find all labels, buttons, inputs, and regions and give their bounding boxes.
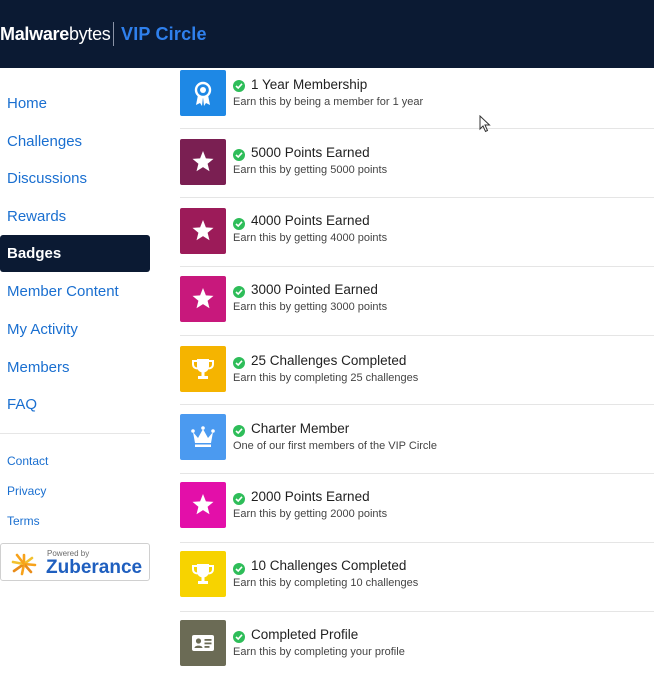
header-divider — [113, 22, 114, 46]
sidebar-divider — [0, 433, 150, 434]
badge-title: 2000 Points Earned — [251, 489, 370, 504]
contact-link[interactable]: Contact — [7, 454, 48, 468]
badge-row: 4000 Points Earned Earn this by getting … — [180, 198, 654, 267]
zuberance-name: Zuberance — [46, 557, 143, 578]
badge-title: 10 Challenges Completed — [251, 558, 407, 573]
badge-description: Earn this by completing 10 challenges — [233, 577, 419, 589]
earned-check-icon — [233, 80, 245, 92]
badge-title: 1 Year Membership — [251, 77, 368, 92]
badge-icon-tile — [180, 414, 226, 460]
star-icon — [192, 220, 214, 241]
badge-title: 3000 Pointed Earned — [251, 282, 378, 297]
badge-row: 5000 Points Earned Earn this by getting … — [180, 129, 654, 198]
badge-icon-tile — [180, 482, 226, 528]
earned-check-icon — [233, 286, 245, 298]
badge-row: 10 Challenges Completed Earn this by com… — [180, 543, 654, 612]
ribbon-icon — [194, 81, 212, 106]
badge-icon-tile — [180, 276, 226, 322]
badge-title: 4000 Points Earned — [251, 213, 370, 228]
badge-title: Charter Member — [251, 421, 350, 436]
badge-description: One of our first members of the VIP Circ… — [233, 440, 437, 452]
id-card-icon — [192, 635, 214, 651]
program-title[interactable]: VIP Circle — [121, 24, 207, 45]
badge-row: 1 Year Membership Earn this by being a m… — [180, 60, 654, 129]
badge-icon-tile — [180, 70, 226, 116]
earned-check-icon — [233, 149, 245, 161]
trophy-icon — [192, 564, 214, 584]
badge-description: Earn this by completing your profile — [233, 646, 405, 658]
sidebar: Home Challenges Discussions Rewards Badg… — [0, 68, 160, 680]
earned-check-icon — [233, 631, 245, 643]
zuberance-logo-icon — [11, 553, 37, 576]
top-header: Malwarebytes VIP Circle — [0, 0, 654, 68]
sidebar-item-challenges[interactable]: Challenges — [0, 123, 150, 160]
badge-row: 3000 Pointed Earned Earn this by getting… — [180, 267, 654, 336]
crown-icon — [191, 426, 215, 447]
mouse-cursor-icon — [479, 115, 491, 133]
sidebar-item-members[interactable]: Members — [0, 349, 150, 386]
earned-check-icon — [233, 357, 245, 369]
star-icon — [192, 494, 214, 515]
terms-link[interactable]: Terms — [7, 514, 40, 528]
badge-description: Earn this by getting 2000 points — [233, 508, 388, 520]
sidebar-item-home[interactable]: Home — [0, 85, 150, 122]
badge-description: Earn this by getting 3000 points — [233, 301, 388, 313]
sidebar-item-my-activity[interactable]: My Activity — [0, 311, 150, 348]
earned-check-icon — [233, 493, 245, 505]
earned-check-icon — [233, 218, 245, 230]
badge-description: Earn this by completing 25 challenges — [233, 372, 419, 384]
earned-check-icon — [233, 563, 245, 575]
powered-by-zuberance[interactable]: Powered by Zuberance — [0, 543, 150, 581]
badge-title: 5000 Points Earned — [251, 145, 370, 160]
sidebar-item-rewards[interactable]: Rewards — [0, 198, 150, 235]
badge-title: Completed Profile — [251, 627, 359, 642]
sidebar-item-faq[interactable]: FAQ — [0, 386, 150, 423]
badge-description: Earn this by getting 4000 points — [233, 232, 388, 244]
badge-row: Completed Profile Earn this by completin… — [180, 612, 654, 680]
badge-description: Earn this by being a member for 1 year — [233, 96, 424, 108]
badge-row: 2000 Points Earned Earn this by getting … — [180, 474, 654, 543]
earned-check-icon — [233, 425, 245, 437]
malwarebytes-logo[interactable]: Malwarebytes — [0, 24, 111, 45]
star-icon — [192, 288, 214, 309]
badge-title: 25 Challenges Completed — [251, 353, 407, 368]
trophy-icon — [192, 359, 214, 379]
badge-icon-tile — [180, 620, 226, 666]
badge-icon-tile — [180, 208, 226, 254]
sidebar-item-discussions[interactable]: Discussions — [0, 160, 150, 197]
badge-description: Earn this by getting 5000 points — [233, 164, 388, 176]
sidebar-item-member-content[interactable]: Member Content — [0, 273, 150, 310]
badge-icon-tile — [180, 346, 226, 392]
badge-icon-tile — [180, 551, 226, 597]
badge-row: Charter Member One of our first members … — [180, 405, 654, 474]
badge-row: 25 Challenges Completed Earn this by com… — [180, 336, 654, 405]
privacy-link[interactable]: Privacy — [7, 484, 46, 498]
badge-icon-tile — [180, 139, 226, 185]
sidebar-item-badges[interactable]: Badges — [0, 235, 150, 272]
star-icon — [192, 151, 214, 172]
